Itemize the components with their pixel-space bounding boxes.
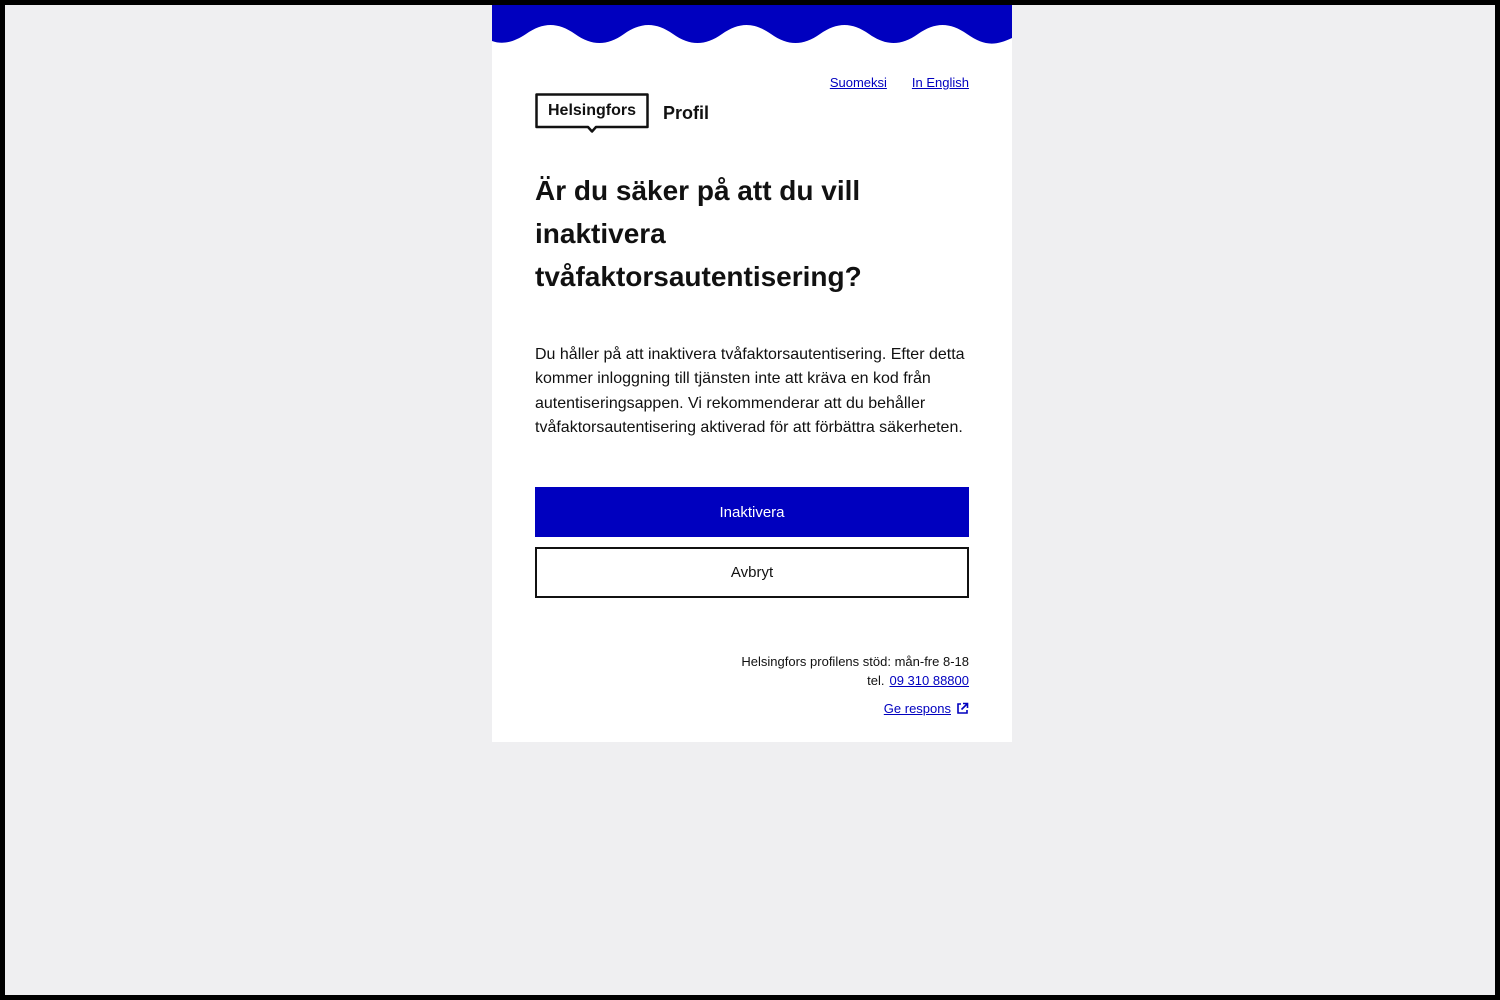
support-hours: Helsingfors profilens stöd: mån-fre 8-18 [741,654,969,669]
language-switcher: Suomeksi In English [830,75,969,90]
brand-header: Helsingfors Profil [535,93,709,133]
support-phone-row: tel. 09 310 88800 [741,671,969,690]
description-text: Du håller på att inaktivera tvåfaktorsau… [535,346,965,437]
support-footer: Helsingfors profilens stöd: mån-fre 8-18… [741,652,969,718]
cancel-button[interactable]: Avbryt [535,547,969,598]
app-name: Profil [663,103,710,123]
phone-label: tel. [867,673,885,688]
feedback-link[interactable]: Ge respons [884,699,951,718]
feedback-row: Ge respons [741,699,969,718]
phone-link[interactable]: 09 310 88800 [889,673,969,688]
language-link-finnish[interactable]: Suomeksi [830,75,887,90]
wave-header-decoration [492,5,1012,44]
logo-wordmark: Helsingfors [547,102,636,119]
page-background: Suomeksi In English Helsingfors Profil Ä… [5,5,1495,995]
login-card: Suomeksi In English Helsingfors Profil Ä… [492,5,1012,742]
deactivate-button[interactable]: Inaktivera [535,487,969,537]
page-title: Är du säker på att du vill inaktivera tv… [535,175,862,292]
helsingfors-logo: Helsingfors [535,93,649,133]
language-link-english[interactable]: In English [912,75,969,90]
external-link-icon[interactable] [956,702,969,715]
